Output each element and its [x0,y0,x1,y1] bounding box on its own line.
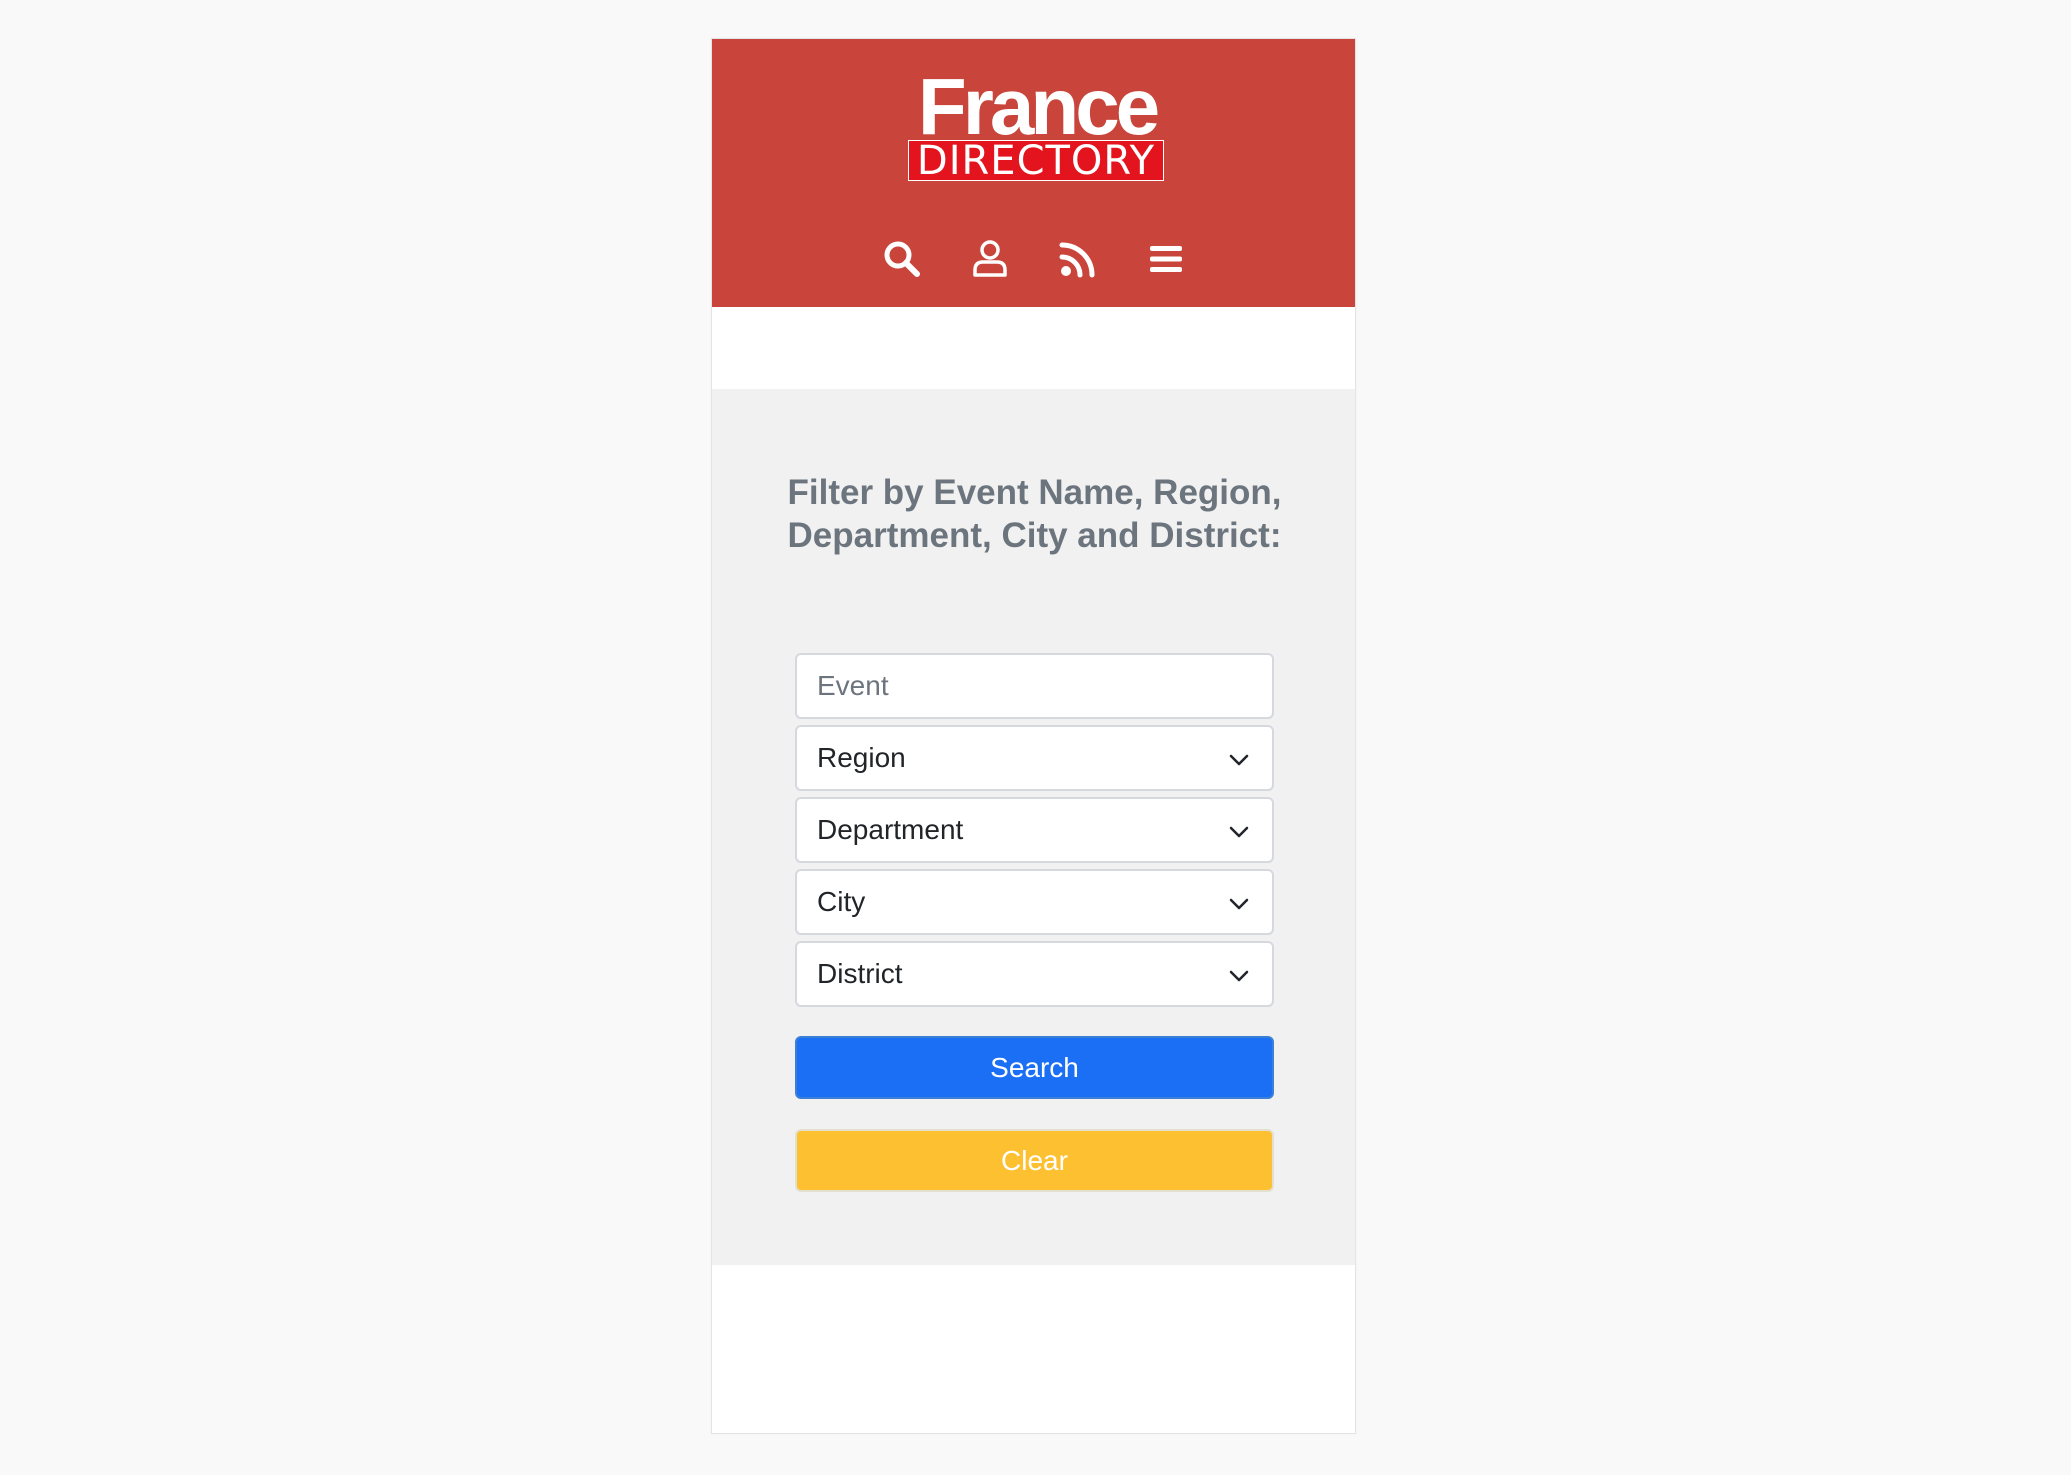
event-input[interactable]: Event [795,653,1274,719]
chevron-down-icon [1229,754,1249,766]
city-select-label: City [817,886,866,917]
chevron-down-icon [1229,898,1249,910]
search-button[interactable]: Search [795,1036,1274,1099]
clear-button[interactable]: Clear [795,1129,1274,1192]
district-select[interactable]: District [795,941,1274,1007]
search-icon[interactable] [872,229,932,289]
header-icon-row [712,229,1355,289]
filter-section: Filter by Event Name, Region, Department… [712,389,1355,1265]
mobile-page: France DIRECTORY Filter by Event Name, R… [711,38,1356,1434]
header-spacer [712,307,1355,389]
user-icon[interactable] [960,229,1020,289]
chevron-down-icon [1229,826,1249,838]
logo-text-directory: DIRECTORY [908,140,1164,181]
filter-title: Filter by Event Name, Region, Department… [787,473,1282,555]
chevron-down-icon [1229,970,1249,982]
rss-icon[interactable] [1048,229,1108,289]
department-select[interactable]: Department [795,797,1274,863]
city-select[interactable]: City [795,869,1274,935]
district-select-label: District [817,958,903,989]
logo-text-france: France [917,62,1160,151]
region-select[interactable]: Region [795,725,1274,791]
department-select-label: Department [817,814,964,845]
region-select-label: Region [817,742,906,773]
site-header: France DIRECTORY [712,39,1355,307]
france-directory-logo[interactable]: France DIRECTORY [907,67,1167,181]
menu-icon[interactable] [1136,229,1196,289]
